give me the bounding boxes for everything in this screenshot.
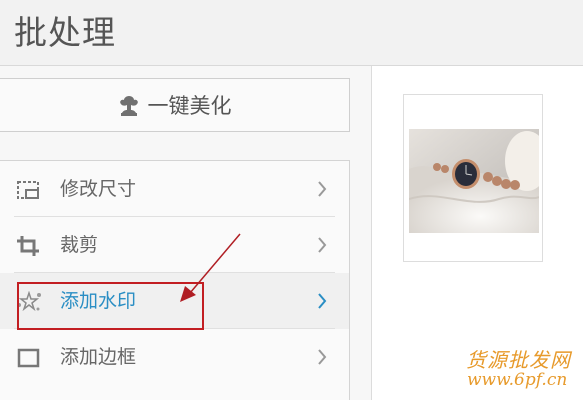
header: 批处理: [0, 0, 583, 66]
image-thumbnail-card[interactable]: [403, 94, 543, 262]
page-title: 批处理: [14, 13, 116, 52]
batch-operation-menu: 修改尺寸 裁剪 添加水印 添加边框: [0, 160, 350, 400]
site-watermark-url: www.6pf.cn: [467, 370, 568, 390]
resize-icon: [16, 179, 42, 201]
menu-item-resize[interactable]: 修改尺寸: [0, 161, 349, 217]
menu-item-add-frame[interactable]: 添加边框: [0, 329, 349, 385]
menu-item-label: 裁剪: [60, 234, 99, 256]
crop-icon: [16, 235, 42, 257]
chevron-right-icon: [317, 292, 327, 310]
chevron-right-icon: [317, 180, 327, 198]
menu-item-crop[interactable]: 裁剪: [0, 217, 349, 273]
left-panel: 一键美化 修改尺寸 裁剪 添加水印 添加边框: [0, 66, 372, 400]
menu-item-label: 添加水印: [60, 290, 137, 312]
watermark-icon: [16, 290, 42, 313]
menu-item-add-watermark[interactable]: 添加水印: [0, 273, 349, 329]
menu-item-label: 添加边框: [60, 346, 137, 368]
site-watermark-text: 货源批发网: [466, 348, 571, 372]
flower-icon: [118, 93, 140, 117]
watch-photo-thumbnail: [409, 129, 539, 233]
one-click-beautify-button[interactable]: 一键美化: [0, 78, 350, 132]
chevron-right-icon: [317, 348, 327, 366]
frame-icon: [16, 347, 42, 369]
chevron-right-icon: [317, 236, 327, 254]
menu-item-label: 修改尺寸: [60, 178, 137, 200]
beautify-label: 一键美化: [147, 94, 232, 118]
